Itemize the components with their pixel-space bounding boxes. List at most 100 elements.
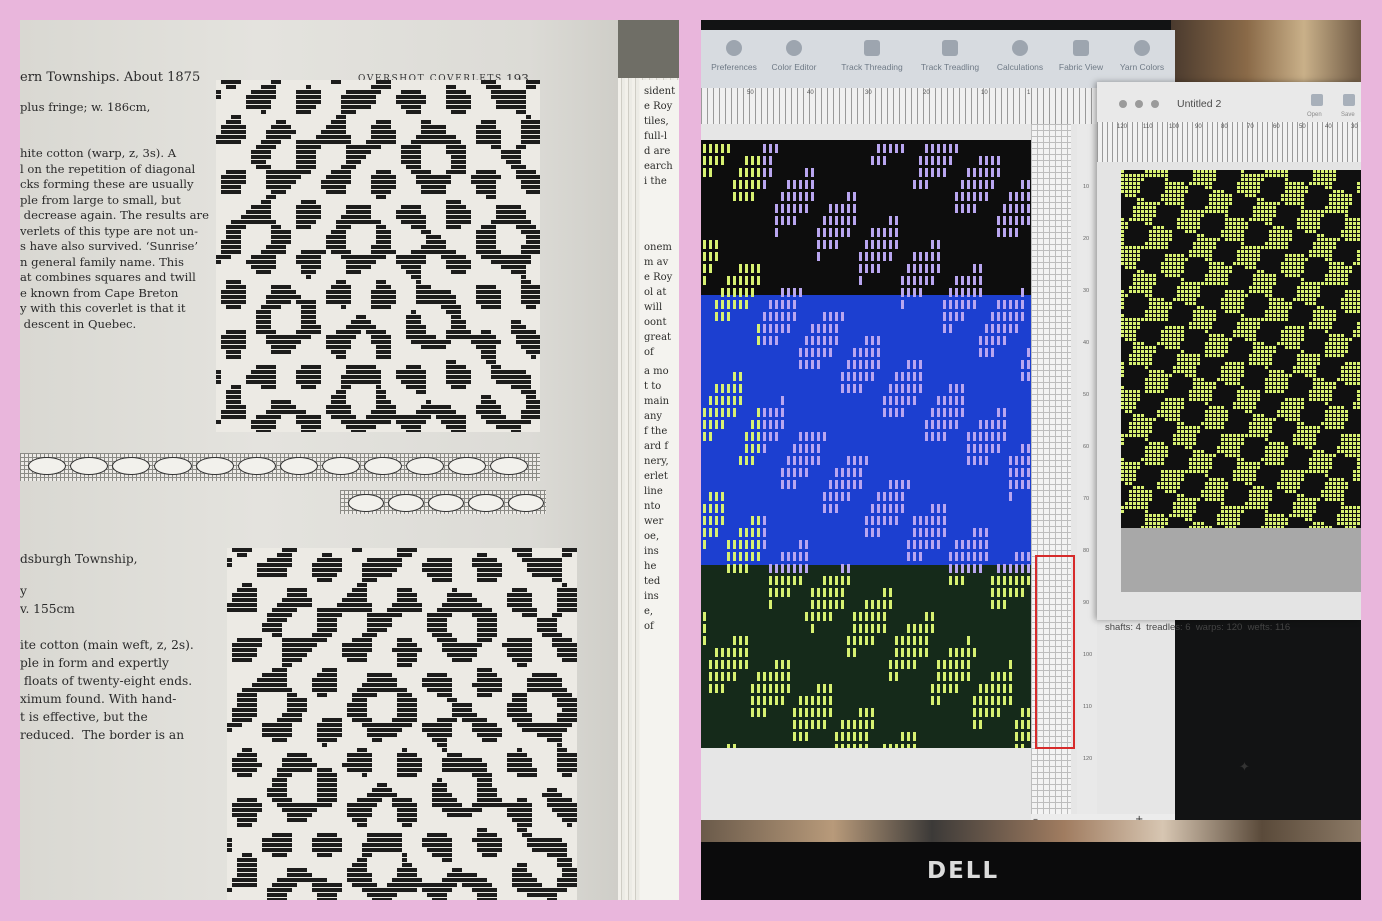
weave-float <box>346 100 351 104</box>
warp-thread <box>835 576 838 585</box>
text-line: at combines squares and twill <box>20 270 196 284</box>
weave-float <box>526 250 531 254</box>
weave-float <box>347 878 352 882</box>
weave-float <box>447 883 452 887</box>
weave-float <box>317 573 322 577</box>
weave-float <box>466 220 471 224</box>
weave-float <box>221 80 226 84</box>
warp-thread <box>847 204 850 213</box>
weave-float <box>456 105 461 109</box>
weave-float <box>226 175 231 179</box>
weave-float <box>416 165 421 169</box>
weave-float <box>361 105 366 109</box>
weave-float <box>487 558 492 562</box>
weave-float <box>237 603 242 607</box>
yarn-colors-button[interactable]: Yarn Colors <box>1107 40 1177 72</box>
weave-float <box>382 783 387 787</box>
weave-float <box>492 788 497 792</box>
weave-float <box>522 723 527 727</box>
weave-float <box>517 868 522 872</box>
weave-float <box>457 643 462 647</box>
weave-float <box>231 140 236 144</box>
weave-float <box>442 678 447 682</box>
warp-thread <box>703 252 706 261</box>
weave-float <box>442 803 447 807</box>
warp-thread <box>937 420 940 429</box>
weave-float <box>407 723 412 727</box>
warp-thread <box>745 300 748 309</box>
weave-float <box>397 873 402 877</box>
weave-float <box>442 618 447 622</box>
weave-float <box>521 170 526 174</box>
warp-thread <box>793 312 796 321</box>
weave-float <box>252 868 257 872</box>
weave-float <box>537 618 542 622</box>
weave-float <box>381 340 386 344</box>
weave-float <box>272 888 277 892</box>
weave-float <box>437 798 442 802</box>
weave-float <box>287 873 292 877</box>
weave-float <box>467 713 472 717</box>
weave-float <box>311 140 316 144</box>
weave-float <box>261 250 266 254</box>
weave-float <box>501 155 506 159</box>
weave-float <box>341 375 346 379</box>
weave-float <box>507 703 512 707</box>
weave-float <box>276 170 281 174</box>
weave-float <box>246 95 251 99</box>
warp-thread <box>943 660 946 669</box>
weave-float <box>327 898 332 900</box>
weave-float <box>401 105 406 109</box>
color-editor-button[interactable]: Color Editor <box>759 40 829 72</box>
warp-thread <box>1021 216 1024 225</box>
weave-float <box>327 683 332 687</box>
weave-float <box>481 305 486 309</box>
weave-float <box>237 588 242 592</box>
weave-float <box>416 325 421 329</box>
weave-float <box>526 80 531 84</box>
warp-thread <box>1015 576 1018 585</box>
weave-float <box>511 150 516 154</box>
warp-thread <box>961 396 964 405</box>
warp-thread <box>877 492 880 501</box>
warp-thread <box>739 192 742 201</box>
warp-thread <box>997 324 1000 333</box>
weave-float <box>267 843 272 847</box>
warp-thread <box>847 564 850 573</box>
track-threading-button[interactable]: Track Threading <box>837 40 907 72</box>
warp-thread <box>745 180 748 189</box>
weave-float <box>517 713 522 717</box>
weave-float <box>312 883 317 887</box>
weave-float <box>297 698 302 702</box>
warp-thread <box>745 168 748 177</box>
weave-float <box>491 170 496 174</box>
weave-float <box>492 623 497 627</box>
weave-float <box>491 355 496 359</box>
weave-float <box>477 898 482 900</box>
weave-float <box>421 295 426 299</box>
weave-float <box>287 608 292 612</box>
fabric-view-button[interactable]: Fabric View <box>1046 40 1116 72</box>
weave-float <box>337 568 342 572</box>
weave-float <box>386 240 391 244</box>
drawdown-grid[interactable] <box>701 140 1031 748</box>
calculations-button[interactable]: Calculations <box>985 40 1055 72</box>
weave-float <box>421 290 426 294</box>
weave-float <box>527 843 532 847</box>
weave-float <box>552 628 557 632</box>
weave-float <box>567 763 572 767</box>
track-treadling-button[interactable]: Track Treadling <box>915 40 985 72</box>
weave-float <box>392 678 397 682</box>
weave-float <box>476 135 481 139</box>
weave-float <box>311 255 316 259</box>
weave-float <box>427 838 432 842</box>
weave-float <box>501 380 506 384</box>
weave-float <box>311 430 316 432</box>
weave-float <box>361 420 366 424</box>
warp-thread <box>985 684 988 693</box>
weave-float <box>227 603 232 607</box>
text-line: l on the repetition of diagonal <box>20 161 196 176</box>
weave-float <box>557 573 562 577</box>
weave-float <box>322 898 327 900</box>
weave-float <box>462 598 467 602</box>
